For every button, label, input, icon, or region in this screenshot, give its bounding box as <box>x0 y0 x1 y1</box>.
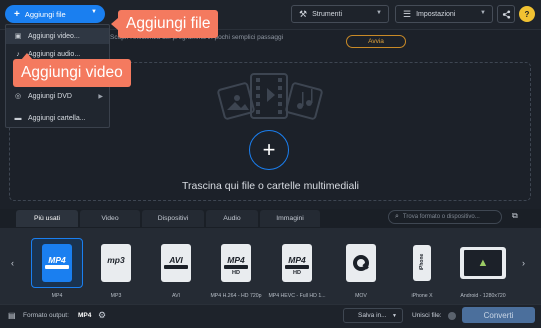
help-button[interactable]: ? <box>519 6 535 22</box>
add-files-button[interactable]: + Aggiungi file ▼ <box>5 5 105 23</box>
tools-button[interactable]: ⚒ Strumenti ▼ <box>291 5 389 23</box>
convert-button[interactable]: Converti <box>462 307 535 323</box>
output-format-label: Formato output: <box>23 312 69 319</box>
android-logo-icon: ▲ <box>464 250 502 276</box>
avi-file-icon: AVI <box>161 244 191 282</box>
menu-item-label: Aggiungi video... <box>28 32 80 40</box>
tools-icon: ⚒ <box>299 8 308 19</box>
format-tile-avi[interactable]: AVI <box>150 238 202 288</box>
menu-item-label: Aggiungi audio... <box>28 50 81 58</box>
gear-icon[interactable]: ⚙ <box>98 310 106 321</box>
tab-video[interactable]: Video <box>80 210 140 227</box>
mov-file-icon <box>346 244 376 282</box>
tab-audio[interactable]: Audio <box>206 210 258 227</box>
format-tile-android[interactable]: ▲ <box>457 238 509 288</box>
drop-zone-hint: Trascina qui file o cartelle multimedial… <box>181 180 359 192</box>
chevron-down-icon: ▼ <box>376 10 382 16</box>
scroll-left-icon[interactable]: ‹ <box>11 258 14 268</box>
tab-most-used[interactable]: Più usati <box>16 210 78 227</box>
format-name: Android - 1280x720 <box>460 293 506 299</box>
format-icon-label: AVI <box>169 255 183 265</box>
menu-item-label: Aggiungi cartella... <box>28 114 86 122</box>
search-icon: ⌕ <box>395 213 399 220</box>
mp4-file-icon: MP4 <box>42 244 72 282</box>
format-search-input[interactable]: ⌕ Trova formato o dispositivo... <box>388 210 502 224</box>
chevron-down-icon: ▼ <box>480 10 486 16</box>
merge-files-toggle[interactable] <box>448 312 456 320</box>
device-detect-icon[interactable]: ⧉ <box>512 211 518 221</box>
merge-files-label: Unisci file: <box>412 312 442 319</box>
film-icon: ▣ <box>14 33 22 40</box>
help-icon: ? <box>524 9 530 19</box>
add-media-plus-button[interactable]: + <box>249 130 289 170</box>
add-files-label: Aggiungi file <box>24 9 66 19</box>
callout-add-video: Aggiungi video <box>13 53 131 87</box>
save-to-button[interactable]: Salva in... ▼ <box>343 308 403 323</box>
plus-icon: + <box>14 8 20 20</box>
hd-badge: HD <box>293 270 301 276</box>
menu-item-add-folder[interactable]: ▬ Aggiungi cartella... <box>6 110 109 126</box>
output-format-icon: ▤ <box>8 311 16 320</box>
tab-images[interactable]: Immagini <box>260 210 320 227</box>
menu-item-add-dvd[interactable]: ◎ Aggiungi DVD ▶ <box>6 88 109 104</box>
share-icon <box>502 9 510 19</box>
scroll-right-icon[interactable]: › <box>522 258 525 268</box>
format-icon-label: MP4 <box>288 255 306 265</box>
iphone-icon: iPhone <box>413 245 431 281</box>
plus-icon: + <box>262 137 276 162</box>
format-icon-label: MP4 <box>48 255 66 265</box>
share-button[interactable] <box>497 5 515 23</box>
tools-label: Strumenti <box>312 10 343 18</box>
format-icon-label: mp3 <box>107 255 125 265</box>
search-placeholder: Trova formato o dispositivo... <box>402 214 480 220</box>
disc-icon: ◎ <box>14 93 22 100</box>
media-illustration-icon <box>217 73 323 120</box>
mp3-file-icon: mp3 <box>101 244 131 282</box>
format-tile-mov[interactable] <box>335 238 387 288</box>
mp4-hd-file-icon: MP4 HD <box>282 244 312 282</box>
menu-item-label: Aggiungi DVD <box>28 92 72 100</box>
chevron-down-icon: ▼ <box>91 9 97 15</box>
device-icon-label: iPhone <box>419 253 425 271</box>
settings-list-icon: ☰ <box>403 8 412 19</box>
tab-devices[interactable]: Dispositivi <box>142 210 204 227</box>
format-tile-mp4-hevc[interactable]: MP4 HD <box>271 238 323 288</box>
folder-icon: ▬ <box>14 114 22 122</box>
save-to-label: Salva in... <box>358 312 387 319</box>
mp4-hd-file-icon: MP4 HD <box>221 244 251 282</box>
callout-add-files: Aggiungi file <box>110 10 219 38</box>
format-tile-mp4[interactable]: MP4 <box>31 238 83 288</box>
format-tile-iphone[interactable]: iPhone <box>396 238 448 288</box>
hd-badge: HD <box>232 270 240 276</box>
start-button[interactable]: Avvia <box>346 35 406 48</box>
format-tile-mp3[interactable]: mp3 <box>90 238 142 288</box>
settings-label: Impostazioni <box>416 10 456 18</box>
chevron-down-icon: ▼ <box>392 312 397 319</box>
output-format-value: MP4 <box>78 312 92 319</box>
android-tablet-icon: ▲ <box>460 247 506 279</box>
chevron-right-icon: ▶ <box>98 93 103 100</box>
format-tile-mp4-h264[interactable]: MP4 HD <box>210 238 262 288</box>
menu-item-add-video[interactable]: ▣ Aggiungi video... <box>6 28 109 44</box>
format-icon-label: MP4 <box>227 255 245 265</box>
settings-button[interactable]: ☰ Impostazioni ▼ <box>395 5 493 23</box>
app-window: + Aggiungi file ▼ ⚒ Strumenti ▼ ☰ Impost… <box>0 0 541 328</box>
